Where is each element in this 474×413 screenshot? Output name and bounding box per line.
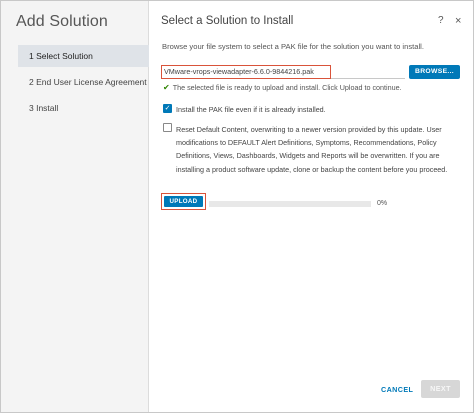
step-select-solution[interactable]: 1 Select Solution (18, 45, 149, 67)
wizard-sidebar: Add Solution 1 Select Solution 2 End Use… (1, 1, 149, 412)
install-even-if-installed-label: Install the PAK file even if it is alrea… (176, 105, 326, 114)
page-title: Select a Solution to Install (161, 15, 294, 27)
add-solution-dialog: Add Solution 1 Select Solution 2 End Use… (0, 0, 474, 413)
validation-message: ✔ The selected file is ready to upload an… (163, 83, 402, 92)
upload-progress-bar (209, 201, 371, 207)
wizard-main-panel: Select a Solution to Install ? × Browse … (149, 1, 474, 412)
reset-default-content-checkbox[interactable] (163, 123, 172, 132)
upload-button[interactable]: UPLOAD (164, 196, 203, 207)
validation-text: The selected file is ready to upload and… (172, 83, 402, 92)
checkmark-icon: ✔ (163, 83, 170, 92)
upload-progress-text: 0% (377, 200, 388, 207)
next-button[interactable]: NEXT (421, 380, 460, 398)
pak-file-input[interactable]: VMware-vrops-viewadapter-6.6.0-9844216.p… (161, 65, 331, 79)
browse-instruction: Browse your file system to select a PAK … (162, 42, 424, 51)
wizard-steps: 1 Select Solution 2 End User License Agr… (18, 45, 149, 123)
step-install[interactable]: 3 Install (18, 97, 149, 119)
reset-default-content-label: Reset Default Content, overwriting to a … (176, 125, 448, 174)
dialog-title: Add Solution (16, 13, 108, 30)
cancel-button[interactable]: CANCEL (381, 385, 413, 394)
close-icon[interactable]: × (455, 15, 461, 27)
install-even-if-installed-checkbox[interactable]: ✓ (163, 104, 172, 113)
file-input-underline (331, 78, 405, 79)
step-end-user-license-agreement[interactable]: 2 End User License Agreement (18, 71, 149, 93)
browse-button[interactable]: BROWSE... (409, 65, 460, 79)
help-icon[interactable]: ? (438, 15, 444, 26)
